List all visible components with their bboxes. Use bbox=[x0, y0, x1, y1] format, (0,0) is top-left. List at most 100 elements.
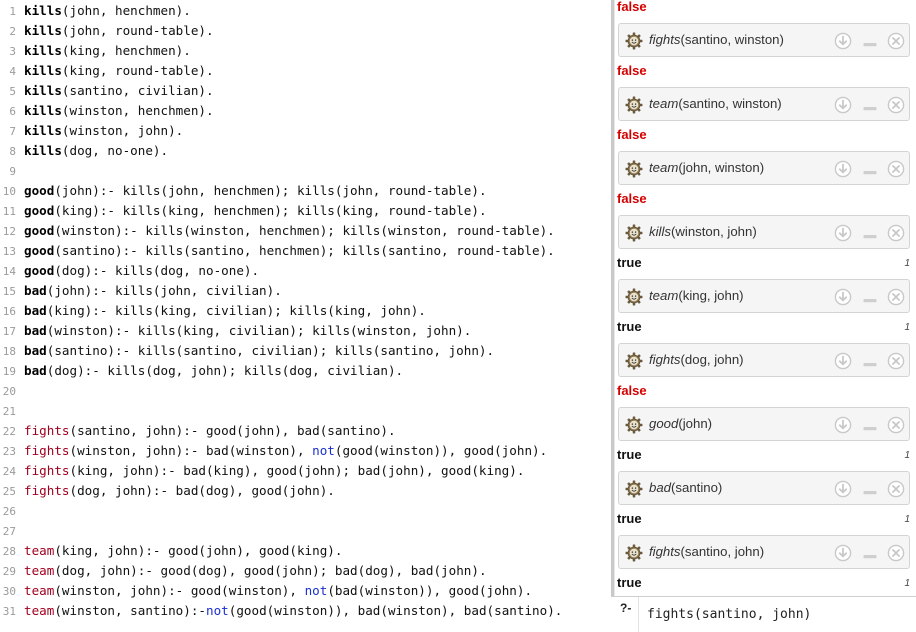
close-circle-icon[interactable] bbox=[887, 160, 905, 178]
code-token: kills bbox=[24, 23, 62, 38]
code-line[interactable]: 31 team(winston, santino):-not(good(winst… bbox=[0, 601, 563, 621]
gear-smiley-icon bbox=[625, 160, 643, 178]
arrow-down-circle-icon[interactable] bbox=[834, 416, 852, 434]
code-token: (winston):- kills(winston, henchmen); ki… bbox=[54, 223, 555, 238]
code-line[interactable]: 1 kills(john, henchmen). bbox=[0, 1, 190, 21]
code-line[interactable]: 30 team(winston, john):- good(winston), n… bbox=[0, 581, 532, 601]
arrow-down-circle-icon[interactable] bbox=[834, 480, 852, 498]
query-box[interactable]: fights(dog, john) bbox=[618, 343, 910, 377]
arrow-down-circle-icon[interactable] bbox=[834, 160, 852, 178]
minus-icon[interactable] bbox=[861, 96, 879, 114]
query-predicate: good bbox=[649, 416, 679, 431]
query-box[interactable]: team(king, john) bbox=[618, 279, 910, 313]
line-number: 7 bbox=[9, 125, 16, 138]
code-line[interactable]: 9 bbox=[0, 161, 24, 181]
arrow-down-circle-icon[interactable] bbox=[834, 288, 852, 306]
code-line[interactable]: 19 bad(dog):- kills(dog, john); kills(dog… bbox=[0, 361, 403, 381]
code-line[interactable]: 20 bbox=[0, 381, 24, 401]
arrow-down-circle-icon[interactable] bbox=[834, 96, 852, 114]
arrow-down-circle-icon[interactable] bbox=[834, 224, 852, 242]
line-number: 26 bbox=[2, 505, 16, 518]
query-box[interactable]: team(john, winston) bbox=[618, 151, 910, 185]
code-token: (king, john):- good(john), good(king). bbox=[54, 543, 343, 558]
code-line[interactable]: 21 bbox=[0, 401, 24, 421]
code-token: not bbox=[312, 443, 335, 458]
code-token: kills bbox=[24, 143, 62, 158]
program-editor[interactable]: 1 kills(john, henchmen). 2 kills(john, roun… bbox=[0, 0, 611, 631]
code-line[interactable]: 17 bad(winston):- kills(king, civilian); … bbox=[0, 321, 472, 341]
code-line[interactable]: 22 fights(santino, john):- good(john), ba… bbox=[0, 421, 396, 441]
code-line[interactable]: 23 fights(winston, john):- bad(winston), … bbox=[0, 441, 547, 461]
code-token: (king):- kills(king, henchmen); kills(ki… bbox=[54, 203, 487, 218]
minus-icon[interactable] bbox=[861, 160, 879, 178]
query-box[interactable]: good(john) bbox=[618, 407, 910, 441]
minus-icon[interactable] bbox=[861, 544, 879, 562]
code-line[interactable]: 18 bad(santino):- kills(santino, civilian… bbox=[0, 341, 494, 361]
code-token: bad bbox=[24, 363, 47, 378]
line-number: 14 bbox=[2, 265, 16, 278]
code-line[interactable]: 15 bad(john):- kills(john, civilian). bbox=[0, 281, 282, 301]
minus-icon[interactable] bbox=[861, 352, 879, 370]
code-line[interactable]: 7 kills(winston, john). bbox=[0, 121, 183, 141]
code-token: (santino, john):- good(john), bad(santin… bbox=[69, 423, 396, 438]
code-line[interactable]: 24 fights(king, john):- bad(king), good(j… bbox=[0, 461, 525, 481]
code-line[interactable]: 28 team(king, john):- good(john), good(ki… bbox=[0, 541, 343, 561]
close-circle-icon[interactable] bbox=[887, 480, 905, 498]
answer-row: true 1 bbox=[617, 319, 913, 339]
code-line[interactable]: 10 good(john):- kills(john, henchmen); ki… bbox=[0, 181, 487, 201]
query-predicate: fights bbox=[649, 544, 681, 559]
code-line[interactable]: 26 bbox=[0, 501, 24, 521]
code-token: kills bbox=[24, 103, 62, 118]
code-line[interactable]: 5 kills(santino, civilian). bbox=[0, 81, 213, 101]
code-line[interactable]: 2 kills(john, round-table). bbox=[0, 21, 213, 41]
query-box[interactable]: fights(santino, john) bbox=[618, 535, 910, 569]
query-input[interactable] bbox=[647, 607, 907, 622]
query-args: (king, john) bbox=[678, 288, 744, 303]
close-circle-icon[interactable] bbox=[887, 416, 905, 434]
arrow-down-circle-icon[interactable] bbox=[834, 544, 852, 562]
close-circle-icon[interactable] bbox=[887, 32, 905, 50]
code-token: kills bbox=[24, 3, 62, 18]
minus-icon[interactable] bbox=[861, 480, 879, 498]
code-line[interactable]: 25 fights(dog, john):- bad(dog), good(joh… bbox=[0, 481, 335, 501]
line-number: 15 bbox=[2, 285, 16, 298]
code-line[interactable]: 8 kills(dog, no-one). bbox=[0, 141, 168, 161]
code-token: (bad(winston)), good(john). bbox=[327, 583, 533, 598]
line-number: 11 bbox=[2, 205, 16, 218]
code-line[interactable]: 16 bad(king):- kills(king, civilian); kil… bbox=[0, 301, 426, 321]
query-box[interactable]: fights(santino, winston) bbox=[618, 23, 910, 57]
code-line[interactable]: 3 kills(king, henchmen). bbox=[0, 41, 190, 61]
code-line[interactable]: 6 kills(winston, henchmen). bbox=[0, 101, 213, 121]
minus-icon[interactable] bbox=[861, 288, 879, 306]
code-line[interactable]: 4 kills(king, round-table). bbox=[0, 61, 214, 81]
close-circle-icon[interactable] bbox=[887, 544, 905, 562]
code-line[interactable]: 29 team(dog, john):- good(dog), good(john… bbox=[0, 561, 487, 581]
close-circle-icon[interactable] bbox=[887, 352, 905, 370]
arrow-down-circle-icon[interactable] bbox=[834, 352, 852, 370]
minus-icon[interactable] bbox=[861, 224, 879, 242]
minus-icon[interactable] bbox=[861, 32, 879, 50]
query-text: kills(winston, john) bbox=[649, 224, 757, 239]
close-circle-icon[interactable] bbox=[887, 224, 905, 242]
code-line[interactable]: 12 good(winston):- kills(winston, henchme… bbox=[0, 221, 555, 241]
code-line[interactable]: 13 good(santino):- kills(santino, henchme… bbox=[0, 241, 555, 261]
prompt-separator bbox=[638, 597, 639, 632]
close-circle-icon[interactable] bbox=[887, 288, 905, 306]
code-line[interactable]: 27 bbox=[0, 521, 24, 541]
query-args: (dog, john) bbox=[680, 352, 744, 367]
close-circle-icon[interactable] bbox=[887, 96, 905, 114]
query-box[interactable]: team(santino, winston) bbox=[618, 87, 910, 121]
query-box[interactable]: kills(winston, john) bbox=[618, 215, 910, 249]
code-line[interactable]: 11 good(king):- kills(king, henchmen); ki… bbox=[0, 201, 487, 221]
line-number: 17 bbox=[2, 325, 16, 338]
line-number: 22 bbox=[2, 425, 16, 438]
answer-count: 1 bbox=[904, 322, 910, 333]
arrow-down-circle-icon[interactable] bbox=[834, 32, 852, 50]
minus-icon[interactable] bbox=[861, 416, 879, 434]
query-predicate: fights bbox=[649, 352, 681, 367]
code-token: (king, round-table). bbox=[61, 63, 214, 78]
query-box[interactable]: bad(santino) bbox=[618, 471, 910, 505]
code-line[interactable]: 14 good(dog):- kills(dog, no-one). bbox=[0, 261, 259, 281]
code-token: fights bbox=[24, 483, 70, 498]
code-token: team bbox=[24, 543, 55, 558]
